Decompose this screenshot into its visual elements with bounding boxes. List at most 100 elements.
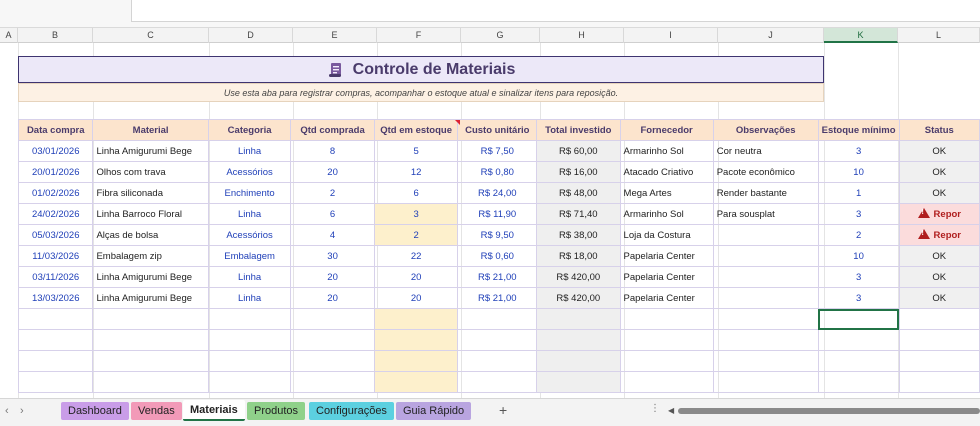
cell-data[interactable]: 20/01/2026 xyxy=(17,161,94,183)
empty-cell[interactable] xyxy=(17,371,94,393)
cell-total[interactable]: R$ 48,00 xyxy=(536,182,621,204)
empty-cell[interactable] xyxy=(92,350,209,372)
cell-custo[interactable]: R$ 9,50 xyxy=(457,224,538,246)
empty-cell[interactable] xyxy=(712,371,819,393)
cell-custo[interactable]: R$ 7,50 xyxy=(457,140,538,162)
cell-obs[interactable] xyxy=(712,287,819,309)
cell-status-repor[interactable]: Repor xyxy=(898,203,980,225)
header-status[interactable]: Status xyxy=(898,119,980,141)
header-qtd-comprada[interactable]: Qtd comprada xyxy=(290,119,375,141)
cell-total[interactable]: R$ 71,40 xyxy=(536,203,621,225)
empty-cell[interactable] xyxy=(373,350,459,372)
cell-qtd-estoque[interactable]: 20 xyxy=(373,266,459,288)
cell-categoria[interactable]: Acessórios xyxy=(207,224,292,246)
cell-minimo[interactable]: 3 xyxy=(817,287,900,309)
cell-status[interactable]: OK xyxy=(898,140,980,162)
empty-cell[interactable] xyxy=(457,329,538,351)
col-header-a[interactable]: A xyxy=(0,28,18,43)
empty-cell[interactable] xyxy=(457,350,538,372)
cell-qtd-comprada[interactable]: 20 xyxy=(290,266,375,288)
cell-qtd-comprada[interactable]: 6 xyxy=(290,203,375,225)
header-data-compra[interactable]: Data compra xyxy=(17,119,94,141)
selected-cell[interactable] xyxy=(817,308,900,330)
empty-cell[interactable] xyxy=(457,308,538,330)
cell-material[interactable]: Linha Amigurumi Bege xyxy=(92,287,209,309)
cell-minimo[interactable]: 3 xyxy=(817,266,900,288)
cell-total[interactable]: R$ 420,00 xyxy=(536,287,621,309)
cell-minimo[interactable]: 10 xyxy=(817,245,900,267)
header-material[interactable]: Material xyxy=(92,119,209,141)
cell-material[interactable]: Alças de bolsa xyxy=(92,224,209,246)
cell-qtd-comprada[interactable]: 2 xyxy=(290,182,375,204)
empty-cell[interactable] xyxy=(290,350,375,372)
cell-fornecedor[interactable]: Mega Artes xyxy=(619,182,714,204)
cell-status[interactable]: OK xyxy=(898,161,980,183)
cell-material[interactable]: Embalagem zip xyxy=(92,245,209,267)
empty-cell[interactable] xyxy=(290,329,375,351)
cell-custo[interactable]: R$ 11,90 xyxy=(457,203,538,225)
cell-fornecedor[interactable]: Atacado Criativo xyxy=(619,161,714,183)
cell-obs[interactable] xyxy=(712,224,819,246)
sheet-grid[interactable]: Controle de Materiais Use esta aba para … xyxy=(0,43,980,398)
cell-total[interactable]: R$ 38,00 xyxy=(536,224,621,246)
empty-cell[interactable] xyxy=(17,308,94,330)
cell-qtd-estoque[interactable]: 20 xyxy=(373,287,459,309)
empty-cell[interactable] xyxy=(619,371,714,393)
header-estoque-minimo[interactable]: Estoque mínimo xyxy=(817,119,900,141)
tab-materiais[interactable]: Materiais xyxy=(183,400,245,421)
cell-qtd-comprada[interactable]: 20 xyxy=(290,287,375,309)
cell-obs[interactable]: Para sousplat xyxy=(712,203,819,225)
subtitle-block[interactable]: Use esta aba para registrar compras, aco… xyxy=(18,83,824,102)
col-header-c[interactable]: C xyxy=(93,28,209,43)
empty-cell[interactable] xyxy=(92,329,209,351)
cell-data[interactable]: 03/11/2026 xyxy=(17,266,94,288)
header-qtd-estoque[interactable]: Qtd em estoque xyxy=(373,119,459,141)
empty-cell[interactable] xyxy=(898,371,980,393)
col-header-g[interactable]: G xyxy=(461,28,540,43)
empty-cell[interactable] xyxy=(92,371,209,393)
empty-cell[interactable] xyxy=(817,371,900,393)
cell-status[interactable]: OK xyxy=(898,245,980,267)
cell-obs[interactable]: Cor neutra xyxy=(712,140,819,162)
col-header-k[interactable]: K xyxy=(824,28,898,43)
cell-status-repor[interactable]: Repor xyxy=(898,224,980,246)
col-header-d[interactable]: D xyxy=(209,28,293,43)
empty-cell[interactable] xyxy=(619,329,714,351)
empty-cell[interactable] xyxy=(619,350,714,372)
cell-material[interactable]: Linha Amigurumi Bege xyxy=(92,266,209,288)
tab-produtos[interactable]: Produtos xyxy=(247,402,306,420)
empty-cell[interactable] xyxy=(536,371,621,393)
comment-indicator[interactable] xyxy=(455,120,460,125)
col-header-j[interactable]: J xyxy=(718,28,824,43)
empty-cell[interactable] xyxy=(712,329,819,351)
cell-categoria[interactable]: Linha xyxy=(207,287,292,309)
cell-total[interactable]: R$ 16,00 xyxy=(536,161,621,183)
empty-cell[interactable] xyxy=(712,308,819,330)
scroll-arrow-left-icon[interactable]: ◀ xyxy=(668,406,674,415)
cell-fornecedor[interactable]: Loja da Costura xyxy=(619,224,714,246)
cell-categoria[interactable]: Linha xyxy=(207,203,292,225)
empty-cell[interactable] xyxy=(712,350,819,372)
cell-minimo[interactable]: 3 xyxy=(817,140,900,162)
header-observacoes[interactable]: Observações xyxy=(712,119,819,141)
cell-data[interactable]: 01/02/2026 xyxy=(17,182,94,204)
cell-obs[interactable]: Render bastante xyxy=(712,182,819,204)
empty-cell[interactable] xyxy=(207,371,292,393)
header-categoria[interactable]: Categoria xyxy=(207,119,292,141)
cell-fornecedor[interactable]: Papelaria Center xyxy=(619,245,714,267)
cell-categoria[interactable]: Linha xyxy=(207,140,292,162)
empty-cell[interactable] xyxy=(290,308,375,330)
cell-fornecedor[interactable]: Armarinho Sol xyxy=(619,140,714,162)
empty-cell[interactable] xyxy=(817,350,900,372)
cell-qtd-estoque[interactable]: 12 xyxy=(373,161,459,183)
col-header-l[interactable]: L xyxy=(898,28,980,43)
cell-total[interactable]: R$ 420,00 xyxy=(536,266,621,288)
cell-qtd-estoque[interactable]: 3 xyxy=(373,203,459,225)
cell-qtd-comprada[interactable]: 4 xyxy=(290,224,375,246)
cell-qtd-comprada[interactable]: 8 xyxy=(290,140,375,162)
col-header-f[interactable]: F xyxy=(377,28,461,43)
empty-cell[interactable] xyxy=(457,371,538,393)
col-header-e[interactable]: E xyxy=(293,28,377,43)
cell-material[interactable]: Olhos com trava xyxy=(92,161,209,183)
header-custo-unitario[interactable]: Custo unitário xyxy=(457,119,538,141)
